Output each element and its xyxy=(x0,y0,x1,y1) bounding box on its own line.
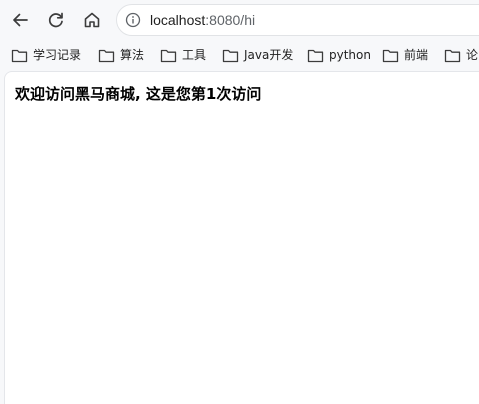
bookmark-label: 学习记录 xyxy=(33,48,82,62)
bookmark-folder-python[interactable]: python xyxy=(307,44,371,66)
home-icon xyxy=(84,12,100,28)
browser-window: localhost:8080/hi 学习记录 算法 工具 Java开发 pyth… xyxy=(0,0,479,404)
bookmark-label: 工具 xyxy=(182,48,207,62)
bookmark-label: python xyxy=(329,48,371,62)
folder-icon xyxy=(222,49,239,62)
reload-button[interactable] xyxy=(42,6,70,34)
folder-icon xyxy=(98,49,115,62)
bookmark-folder-papers[interactable]: 论 xyxy=(444,44,478,66)
bookmark-folder-java-dev[interactable]: Java开发 xyxy=(222,44,293,66)
page-viewport: 欢迎访问黑马商城, 这是您第1次访问 xyxy=(4,71,479,404)
back-arrow-icon xyxy=(13,13,28,27)
url-port-path: :8080/hi xyxy=(205,12,256,28)
bookmark-label: 论 xyxy=(466,48,479,62)
bookmark-folder-study-notes[interactable]: 学习记录 xyxy=(11,44,81,66)
bookmark-label: 前端 xyxy=(404,48,429,62)
browser-toolbar: localhost:8080/hi xyxy=(0,0,479,40)
site-info-icon[interactable] xyxy=(125,12,141,28)
back-button[interactable] xyxy=(6,6,34,34)
bookmark-folder-tools[interactable]: 工具 xyxy=(160,44,206,66)
bookmark-folder-frontend[interactable]: 前端 xyxy=(382,44,428,66)
url-text[interactable]: localhost:8080/hi xyxy=(150,12,255,28)
folder-icon xyxy=(160,49,177,62)
bookmark-folder-algorithms[interactable]: 算法 xyxy=(98,44,144,66)
reload-icon xyxy=(48,12,63,28)
address-bar[interactable]: localhost:8080/hi xyxy=(116,4,479,36)
folder-icon xyxy=(444,49,461,62)
folder-icon xyxy=(382,49,399,62)
bookmark-label: Java开发 xyxy=(244,48,294,62)
welcome-message: 欢迎访问黑马商城, 这是您第1次访问 xyxy=(15,85,262,103)
bookmarks-bar: 学习记录 算法 工具 Java开发 python 前端 论 xyxy=(0,40,479,69)
url-host: localhost xyxy=(150,12,206,28)
home-button[interactable] xyxy=(78,6,106,34)
folder-icon xyxy=(307,49,324,62)
folder-icon xyxy=(11,49,28,62)
bookmark-label: 算法 xyxy=(120,48,145,62)
